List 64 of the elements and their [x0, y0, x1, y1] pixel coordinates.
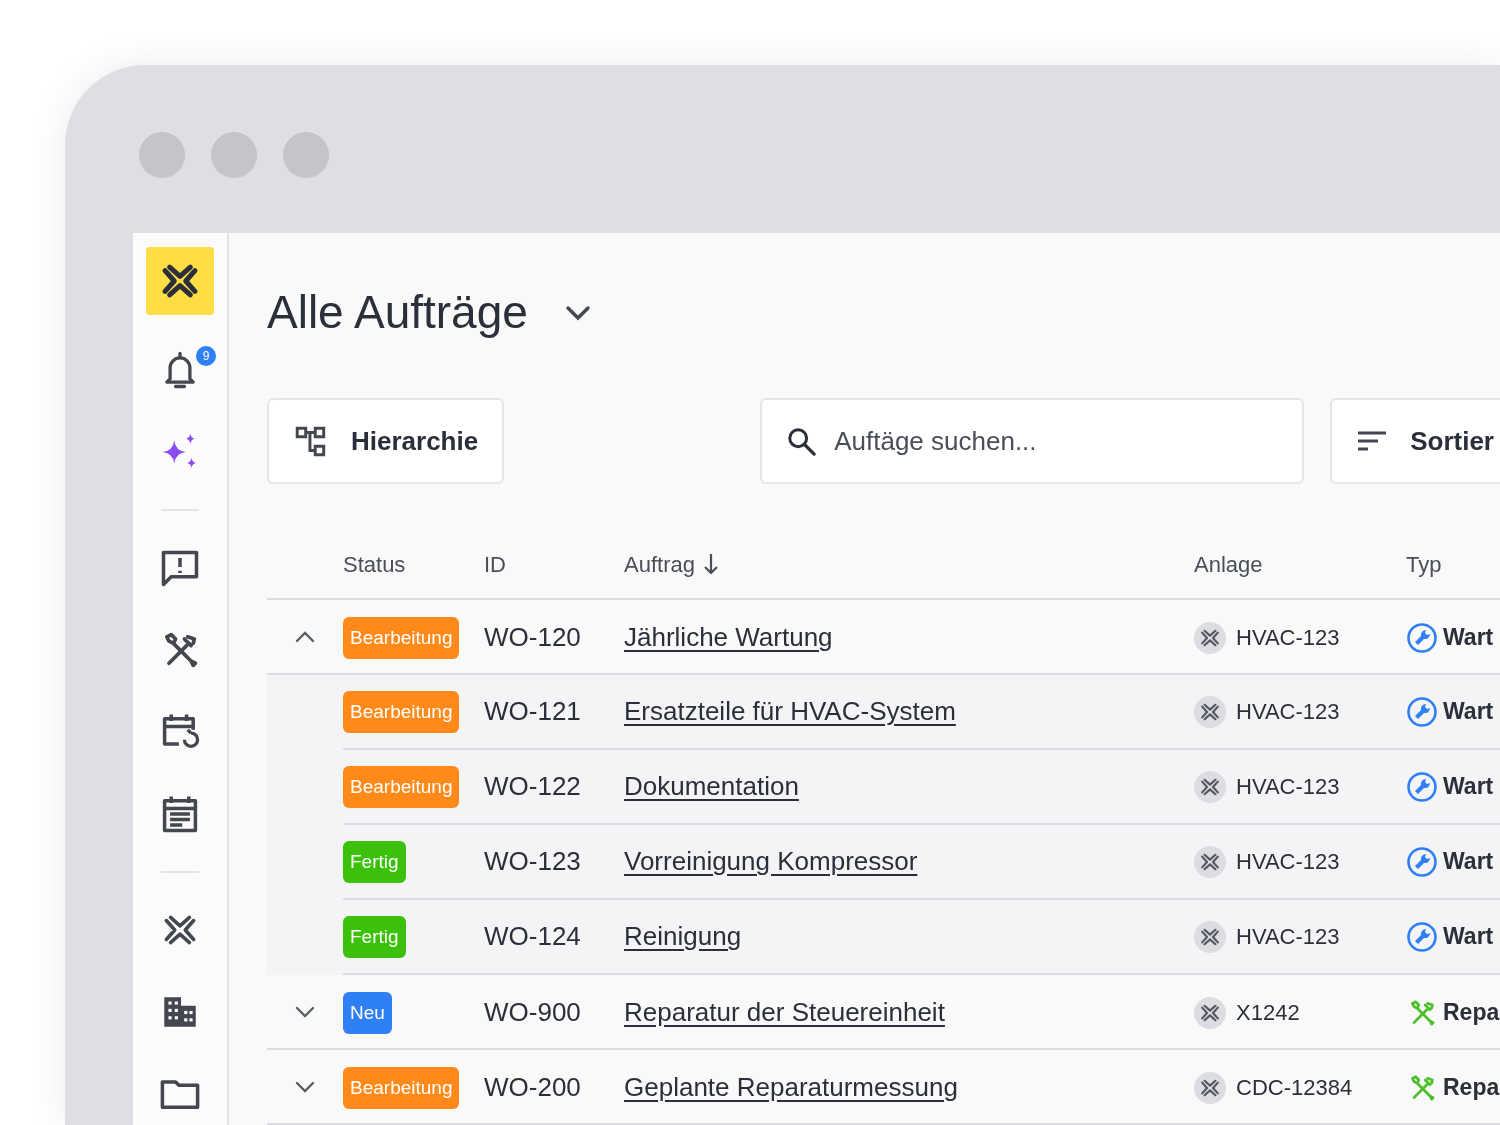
asset-icon: [1194, 920, 1226, 953]
order-id: WO-122: [484, 771, 581, 802]
asset-icon: [1194, 621, 1226, 654]
order-link[interactable]: Ersatzteile für HVAC-System: [624, 696, 956, 727]
asset-id: HVAC-123: [1236, 848, 1340, 877]
status-badge: Fertig: [343, 915, 406, 958]
window-control-dot[interactable]: [139, 132, 185, 178]
status-badge: Fertig: [343, 840, 406, 883]
asset-icon: [1194, 1071, 1226, 1104]
order-id: WO-900: [484, 997, 581, 1028]
asset-id: HVAC-123: [1236, 624, 1340, 653]
order-type: Repa: [1443, 1073, 1500, 1103]
asset-id: HVAC-123: [1236, 698, 1340, 727]
order-type: Wart: [1443, 922, 1494, 952]
asset-icon: [1194, 845, 1226, 878]
order-id: WO-121: [484, 696, 581, 727]
sort-button[interactable]: Sortier: [1330, 398, 1500, 485]
order-type: Repa: [1443, 998, 1500, 1028]
wrench-circle-icon: [1406, 621, 1438, 654]
asset-id: CDC-12384: [1236, 1074, 1353, 1103]
asset-icon: [1194, 695, 1226, 728]
order-link[interactable]: Dokumentation: [624, 771, 799, 802]
search-field[interactable]: Auftäge suchen...: [760, 398, 1305, 485]
order-link[interactable]: Vorreinigung Kompressor: [624, 846, 918, 877]
column-header[interactable]: Typ: [1406, 547, 1442, 581]
order-type: Wart: [1443, 623, 1494, 653]
asset-icon: [1194, 770, 1226, 803]
order-type: Wart: [1443, 847, 1494, 877]
order-id: WO-120: [484, 622, 581, 653]
hierarchy-button[interactable]: Hierarchie: [267, 398, 505, 485]
order-type: Wart: [1443, 697, 1494, 727]
wrench-circle-icon: [1406, 695, 1438, 728]
column-header[interactable]: Status: [343, 547, 406, 581]
sort-arrow-icon: [702, 552, 719, 577]
column-header[interactable]: ID: [484, 547, 506, 581]
wrench-circle-icon: [1406, 770, 1438, 803]
wrench-circle-icon: [1406, 845, 1438, 878]
order-link[interactable]: Reinigung: [624, 921, 742, 952]
column-header[interactable]: Auftrag: [624, 547, 695, 581]
asset-icon: [1194, 996, 1226, 1029]
order-id: WO-124: [484, 921, 581, 952]
search-input[interactable]: Auftäge suchen...: [832, 400, 1279, 483]
asset-id: HVAC-123: [1236, 923, 1340, 952]
order-link[interactable]: Reparatur der Steuereinheit: [624, 997, 945, 1028]
asset-id: HVAC-123: [1236, 773, 1340, 802]
status-badge: Bearbeitung: [343, 690, 460, 733]
app-logo[interactable]: [146, 247, 214, 315]
window-control-dot[interactable]: [283, 132, 329, 178]
status-badge: Bearbeitung: [343, 765, 460, 808]
asset-id: X1242: [1236, 999, 1300, 1028]
order-link[interactable]: Jährliche Wartung: [624, 622, 833, 653]
window-control-dot[interactable]: [211, 132, 257, 178]
order-link[interactable]: Geplante Reparaturmessung: [624, 1072, 958, 1103]
status-badge: Bearbeitung: [343, 616, 460, 659]
status-badge: Neu: [343, 991, 392, 1034]
search-icon: [786, 426, 817, 457]
order-id: WO-200: [484, 1072, 581, 1103]
wrench-circle-icon: [1406, 920, 1438, 953]
order-type: Wart: [1443, 772, 1494, 802]
page-title: Alle Aufträge: [267, 285, 528, 340]
order-id: WO-123: [484, 846, 581, 877]
notification-badge: 9: [196, 346, 216, 366]
status-badge: Bearbeitung: [343, 1066, 460, 1109]
column-header[interactable]: Anlage: [1194, 547, 1263, 581]
